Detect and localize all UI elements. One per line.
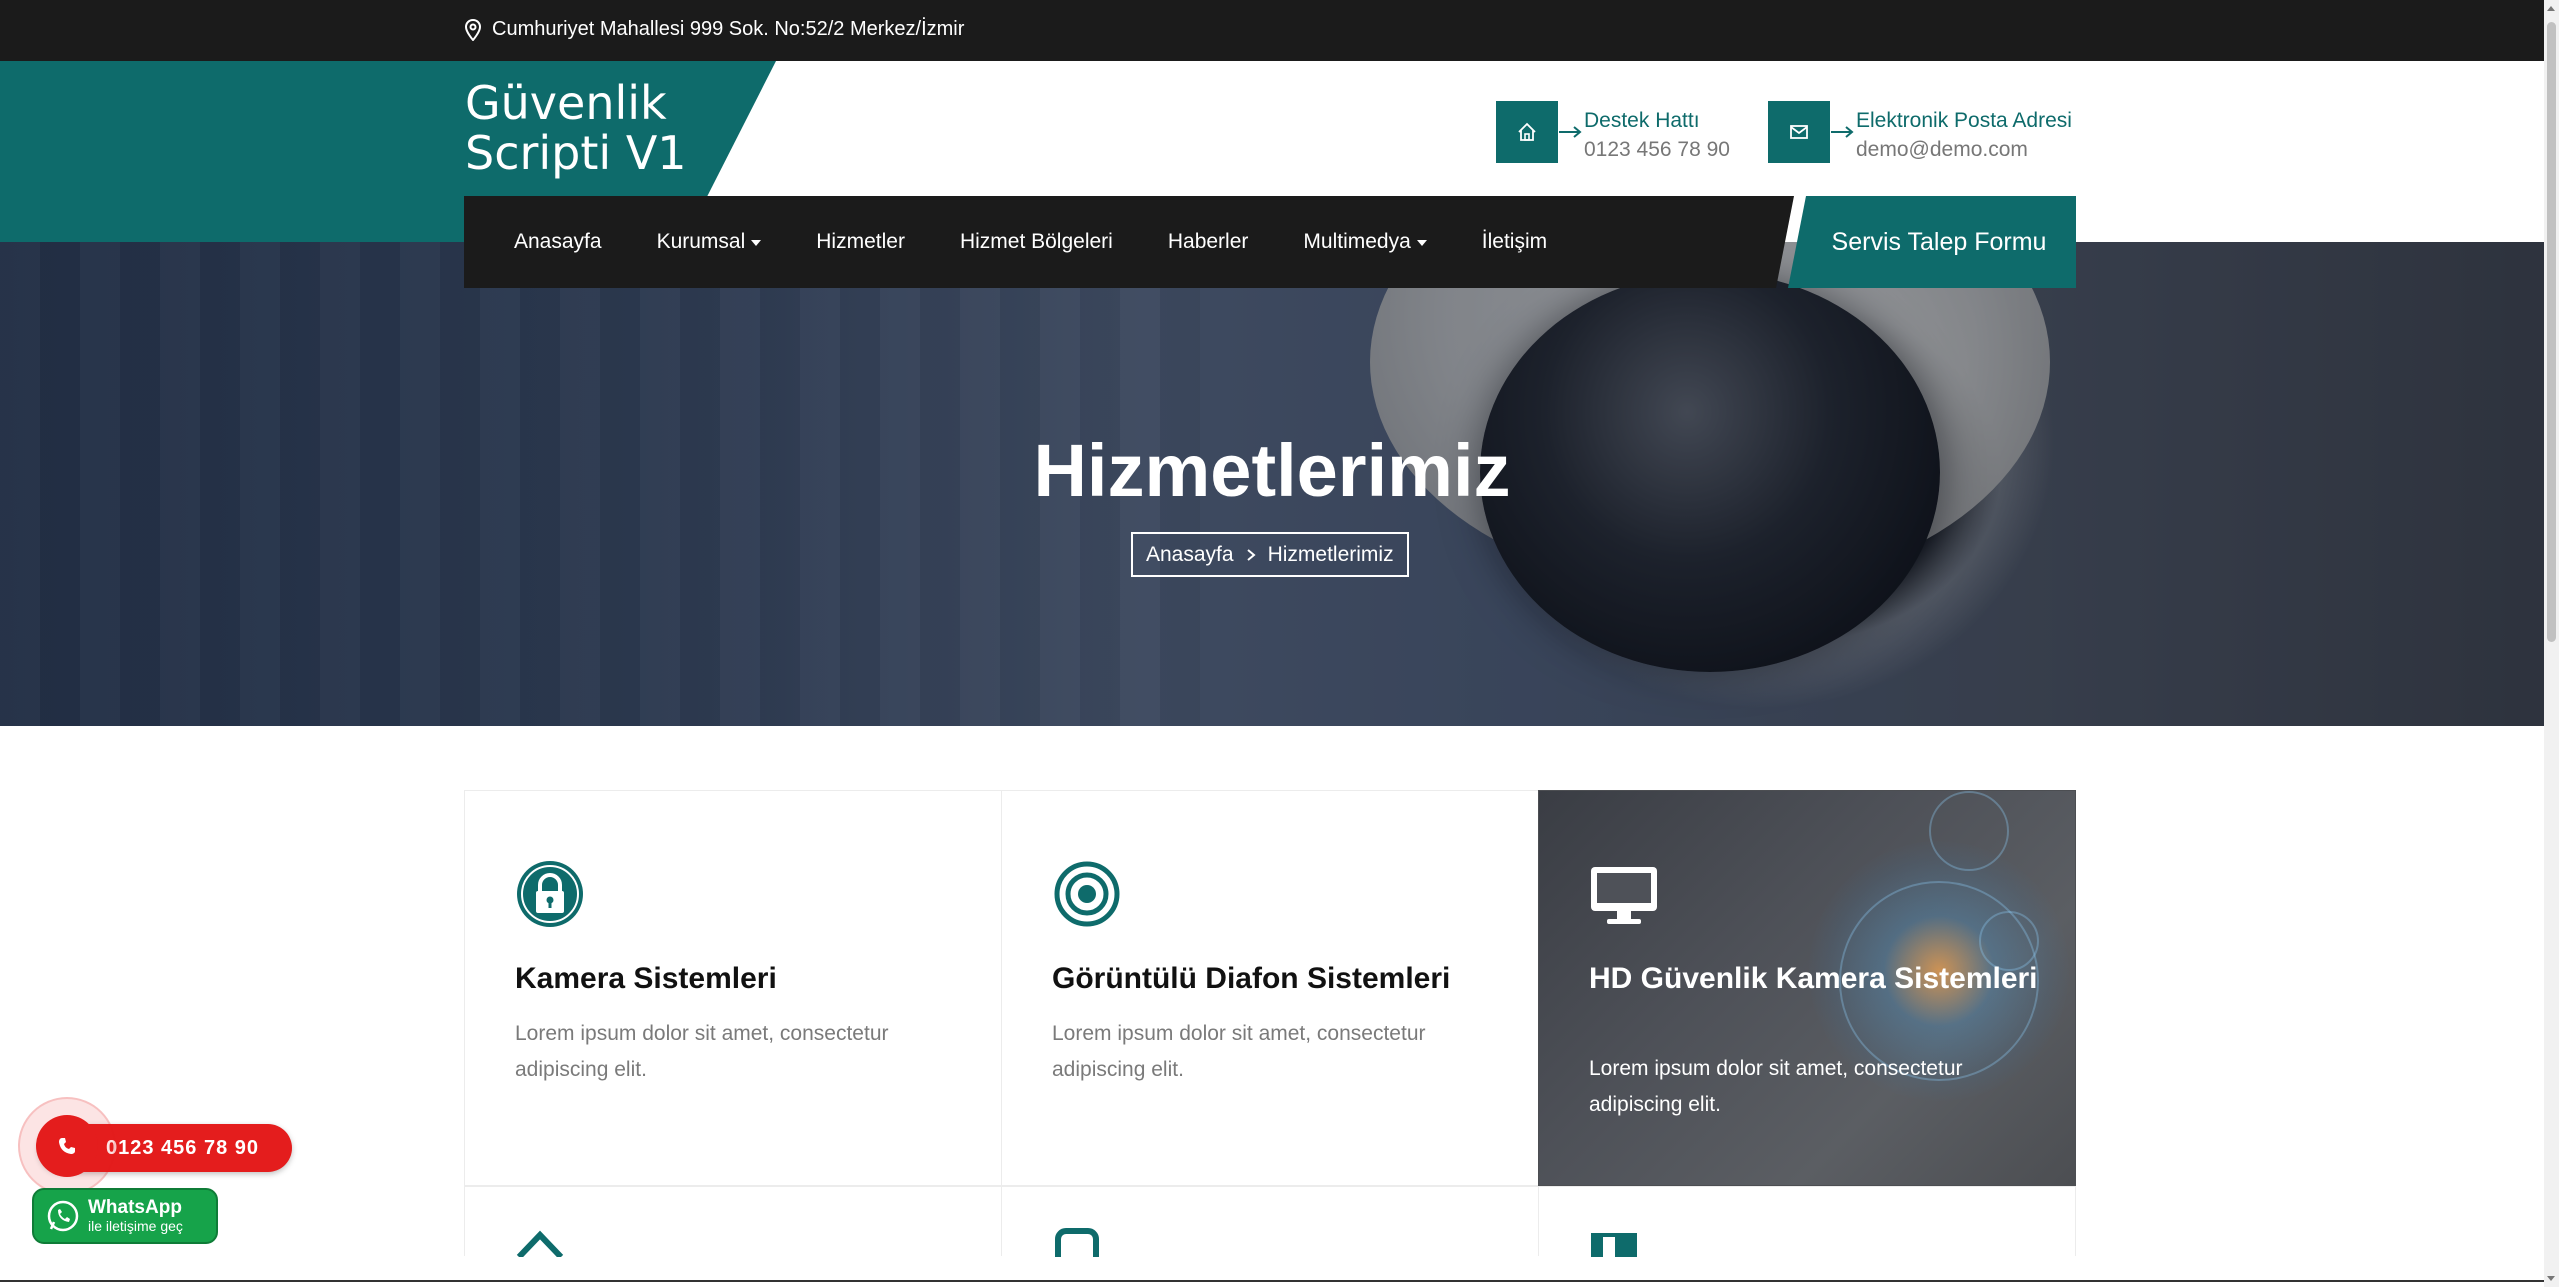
page-title: Hizmetlerimiz	[1033, 429, 1511, 512]
breadcrumb-home[interactable]: Anasayfa	[1146, 543, 1234, 567]
decor-ring	[1929, 791, 2009, 871]
service-card-next[interactable]	[464, 1186, 1002, 1257]
bag-icon	[1055, 1228, 1099, 1257]
support-title: Destek Hattı	[1584, 109, 1700, 132]
service-card-next[interactable]	[1538, 1186, 2076, 1257]
nav-label: Haberler	[1167, 230, 1249, 253]
caret-down-icon	[751, 240, 762, 246]
service-title: HD Güvenlik Kamera Sistemleri	[1589, 962, 2038, 995]
email-contact[interactable]: Elektronik Posta Adresi demo@demo.com	[1768, 101, 2072, 165]
envelope-icon	[1790, 125, 1808, 139]
caret-down-icon	[1416, 240, 1427, 246]
call-pulse[interactable]	[18, 1097, 116, 1195]
scrollbar[interactable]	[2544, 0, 2559, 1287]
nav-item-haberler[interactable]: Haberler	[1168, 230, 1249, 254]
service-card-next[interactable]	[1001, 1186, 1539, 1257]
top-bar: Cumhuriyet Mahallesi 999 Sok. No:52/2 Me…	[0, 0, 2544, 61]
viewport-edge	[0, 1280, 2544, 1282]
service-request-button[interactable]: Servis Talep Formu	[1788, 196, 2076, 288]
service-description: Lorem ipsum dolor sit amet, consectetur …	[1589, 1057, 1963, 1116]
logo-line1: Güvenlik	[465, 76, 667, 130]
nav-label: Hizmet Bölgeleri	[959, 230, 1113, 253]
nav-label: İletişim	[1481, 230, 1548, 253]
logo-line2: Scripti V1	[465, 126, 687, 180]
service-card[interactable]: Görüntülü Diafon Sistemleri Lorem ipsum …	[1001, 790, 1539, 1186]
breadcrumb-current: Hizmetlerimiz	[1267, 542, 1394, 566]
nav-item-hizmet-bolgeleri[interactable]: Hizmet Bölgeleri	[960, 230, 1113, 254]
main-nav: Anasayfa Kurumsal Hizmetler Hizmet Bölge…	[464, 196, 1794, 288]
email-title: Elektronik Posta Adresi	[1856, 109, 2072, 132]
whatsapp-sublabel: ile iletişime geç	[88, 1218, 183, 1234]
nav-item-kurumsal[interactable]: Kurumsal	[657, 230, 762, 254]
nav-item-iletisim[interactable]: İletişim	[1482, 230, 1547, 254]
email-address[interactable]: demo@demo.com	[1856, 135, 2072, 165]
service-description: Lorem ipsum dolor sit amet, consectetur …	[1052, 1022, 1426, 1081]
nav-label: Anasayfa	[514, 230, 602, 253]
monitor-icon	[1591, 867, 1657, 924]
nav-label: Kurumsal	[656, 230, 746, 253]
target-icon	[1054, 861, 1120, 927]
nav-item-multimedya[interactable]: Multimedya	[1303, 230, 1427, 254]
nav-item-hizmetler[interactable]: Hizmetler	[816, 230, 905, 254]
home-icon	[1518, 122, 1536, 141]
whatsapp-label: WhatsApp	[88, 1197, 182, 1218]
nav-item-anasayfa[interactable]: Anasayfa	[514, 230, 602, 254]
arrow-right-icon	[1830, 101, 1856, 163]
call-phone-number: 0123 456 78 90	[106, 1136, 260, 1159]
nav-label: Hizmetler	[816, 230, 905, 253]
hero-banner: Hizmetlerimiz Anasayfa Hizmetlerimiz	[0, 242, 2544, 726]
address-text: Cumhuriyet Mahallesi 999 Sok. No:52/2 Me…	[492, 18, 965, 40]
whatsapp-icon	[47, 1200, 79, 1232]
scrollbar-thumb[interactable]	[2547, 22, 2556, 642]
panel-icon	[1591, 1233, 1637, 1257]
lock-circle-icon	[517, 861, 583, 927]
chevron-right-icon	[1246, 548, 1256, 561]
support-phone[interactable]: 0123 456 78 90	[1584, 135, 1730, 165]
service-title: Görüntülü Diafon Sistemleri	[1052, 962, 1451, 995]
support-line[interactable]: Destek Hattı 0123 456 78 90	[1496, 101, 1730, 165]
house-icon	[516, 1230, 564, 1257]
service-card-active[interactable]: HD Güvenlik Kamera Sistemleri Lorem ipsu…	[1538, 790, 2076, 1186]
nav-label: Multimedya	[1303, 230, 1411, 253]
map-pin-icon	[464, 18, 482, 41]
support-icon-box	[1496, 101, 1558, 163]
scroll-down-icon[interactable]	[2547, 1276, 2555, 1281]
service-card[interactable]: Kamera Sistemleri Lorem ipsum dolor sit …	[464, 790, 1002, 1186]
address: Cumhuriyet Mahallesi 999 Sok. No:52/2 Me…	[464, 18, 964, 41]
service-description: Lorem ipsum dolor sit amet, consectetur …	[515, 1022, 889, 1081]
email-icon-box	[1768, 101, 1830, 163]
whatsapp-button[interactable]: WhatsApp ile iletişime geç	[32, 1188, 218, 1244]
breadcrumb: Anasayfa Hizmetlerimiz	[1131, 532, 1409, 577]
scroll-up-icon[interactable]	[2547, 6, 2555, 11]
arrow-right-icon	[1558, 101, 1584, 163]
site-logo[interactable]: Güvenlik Scripti V1	[465, 78, 687, 178]
service-title: Kamera Sistemleri	[515, 962, 777, 995]
phone-icon	[59, 1138, 75, 1154]
